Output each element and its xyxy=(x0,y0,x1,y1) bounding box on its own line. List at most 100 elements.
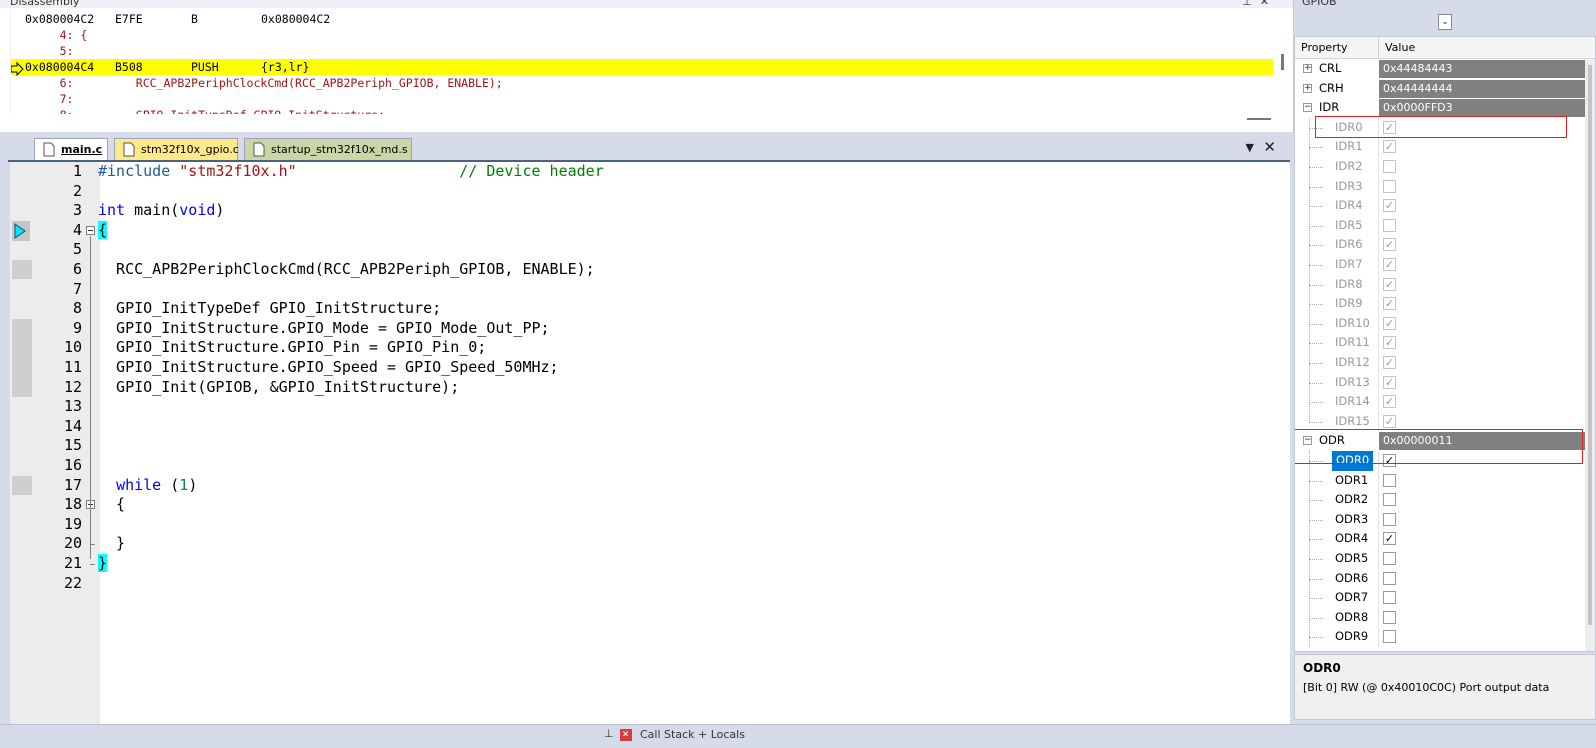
code-line[interactable]: GPIO_InitStructure.GPIO_Mode = GPIO_Mode… xyxy=(98,319,550,339)
line-number: 16 xyxy=(63,456,82,474)
disassembly-source-row[interactable]: 8: GPIO_InitTypeDef GPIO_InitStructure; xyxy=(11,107,1273,114)
register-bit-row[interactable]: ODR6 xyxy=(1295,568,1595,589)
register-bit-row[interactable]: IDR14 ✓ xyxy=(1295,392,1595,412)
collapse-icon[interactable]: − xyxy=(1303,103,1312,113)
register-bit-row[interactable]: IDR11 ✓ xyxy=(1295,333,1595,353)
checkbox[interactable] xyxy=(1383,552,1396,565)
close-icon[interactable]: ✕ xyxy=(619,729,632,741)
code-line[interactable]: int main(void) xyxy=(98,201,224,221)
register-bit-row[interactable]: IDR13 ✓ xyxy=(1295,372,1595,393)
checkbox[interactable] xyxy=(1383,630,1396,644)
register-bit-row[interactable]: ODR1 xyxy=(1295,470,1595,491)
disassembly-horizontal-scroll-thumb[interactable] xyxy=(1247,118,1271,120)
grid-vertical-scrollbar[interactable] xyxy=(1585,59,1595,651)
expand-icon[interactable]: + xyxy=(1303,64,1312,73)
register-bit-row[interactable]: ODR5 xyxy=(1295,549,1595,569)
disassembly-instruction-row[interactable]: 0x080004C4 B508 PUSH {r3,lr} xyxy=(11,59,1273,75)
register-bit-row[interactable]: IDR10 ✓ xyxy=(1295,313,1595,334)
tab-main-c[interactable]: main.c xyxy=(34,138,108,160)
code-line[interactable]: GPIO_InitTypeDef GPIO_InitStructure; xyxy=(98,299,441,319)
close-icon[interactable]: ✕ xyxy=(1260,0,1269,8)
code-line[interactable]: { xyxy=(98,220,108,241)
cell-divider xyxy=(1378,137,1379,157)
code-token: "stm32f10x.h" xyxy=(179,162,297,180)
register-bit-row[interactable]: ODR3 xyxy=(1295,509,1595,530)
code-line[interactable]: while (1) xyxy=(98,476,197,496)
code-line[interactable]: } xyxy=(98,554,108,574)
disassembly-source-row[interactable]: 7: xyxy=(11,91,1273,107)
register-row[interactable]: + CRH 0x44444444 xyxy=(1295,79,1595,99)
disassembly-vertical-scrollbar[interactable] xyxy=(1279,12,1287,112)
line-number: 7 xyxy=(72,279,82,298)
column-divider[interactable] xyxy=(1378,37,1379,59)
checkbox[interactable] xyxy=(1383,571,1396,585)
bit-name: IDR7 xyxy=(1335,257,1363,271)
breakpoint-margin[interactable] xyxy=(10,162,32,732)
register-bit-row[interactable]: IDR1 ✓ xyxy=(1295,137,1595,157)
checked-checkbox-icon[interactable]: ✓ xyxy=(1383,532,1396,546)
register-value[interactable]: 0x0000FFD3 xyxy=(1379,99,1595,118)
chevron-down-icon[interactable]: ⌄ xyxy=(1438,14,1452,30)
checkbox[interactable] xyxy=(1383,610,1396,624)
disassembly-source-row[interactable]: 5: xyxy=(11,43,1273,59)
code-line[interactable]: } xyxy=(98,534,125,554)
checkbox[interactable] xyxy=(1383,473,1396,487)
register-bit-row[interactable]: ODR2 xyxy=(1295,490,1595,510)
pin-icon[interactable]: ⊥ xyxy=(604,727,614,740)
register-value[interactable]: 0x44444444 xyxy=(1379,79,1595,98)
bit-name: ODR1 xyxy=(1335,472,1369,487)
register-bit-row[interactable]: IDR8 ✓ xyxy=(1295,274,1595,295)
code-line[interactable]: RCC_APB2PeriphClockCmd(RCC_APB2Periph_GP… xyxy=(98,260,595,280)
tree-branch xyxy=(1309,559,1323,560)
code-line[interactable]: { xyxy=(98,495,125,515)
disassembly-title: Disassembly xyxy=(0,0,1293,8)
code-area[interactable]: 1 #include "stm32f10x.h" // Device header… xyxy=(10,162,1290,732)
code-line[interactable]: GPIO_InitStructure.GPIO_Pin = GPIO_Pin_0… xyxy=(98,338,486,358)
line-number: 22 xyxy=(63,573,82,592)
checked-checkbox-icon: ✓ xyxy=(1383,297,1396,311)
disassembly-source-row[interactable]: 6: RCC_APB2PeriphClockCmd(RCC_APB2Periph… xyxy=(11,75,1273,91)
register-bit-row[interactable]: IDR3 xyxy=(1295,176,1595,197)
code-line[interactable]: #include "stm32f10x.h" // Device header xyxy=(98,162,604,182)
disassembly-source-row[interactable]: 4: { xyxy=(11,27,1273,43)
register-bit-row[interactable]: IDR4 ✓ xyxy=(1295,196,1595,216)
register-bit-row[interactable]: IDR7 ✓ xyxy=(1295,255,1595,275)
register-bit-row[interactable]: IDR12 ✓ xyxy=(1295,353,1595,373)
register-bit-row[interactable]: ODR8 xyxy=(1295,607,1595,628)
register-bit-row[interactable]: ODR9 xyxy=(1295,627,1595,647)
bit-name: IDR3 xyxy=(1335,178,1363,193)
disassembly-instruction-row[interactable]: 0x080004C2 E7FE B 0x080004C2 xyxy=(11,11,1273,27)
register-bit-row[interactable]: IDR9 ✓ xyxy=(1295,294,1595,314)
checkbox[interactable] xyxy=(1383,512,1396,526)
instruction-address: 0x080004C4 xyxy=(25,60,95,74)
disassembly-body[interactable]: 0x080004C2 E7FE B 0x080004C2 4: { 5: 0x08000… xyxy=(10,11,1276,114)
annotation-box-odr0 xyxy=(1295,429,1583,465)
checkbox[interactable] xyxy=(1383,591,1396,605)
register-bit-row[interactable]: IDR2 xyxy=(1295,157,1595,177)
tab-startup-stm32f10x-md-s[interactable]: startup_stm32f10x_md.s xyxy=(244,138,412,160)
checkbox[interactable] xyxy=(1383,493,1396,507)
code-line[interactable]: GPIO_InitStructure.GPIO_Speed = GPIO_Spe… xyxy=(98,358,559,378)
line-number: 8 xyxy=(72,299,82,318)
register-bit-row[interactable]: IDR5 xyxy=(1295,215,1595,236)
scroll-thumb[interactable] xyxy=(1588,65,1592,625)
register-value[interactable]: 0x44484443 xyxy=(1379,60,1595,78)
register-bit-row[interactable]: IDR6 ✓ xyxy=(1295,235,1595,255)
scroll-thumb[interactable] xyxy=(1281,54,1284,70)
code-line[interactable]: GPIO_Init(GPIOB, &GPIO_InitStructure); xyxy=(98,378,459,398)
tab-stm32f10x-gpio-c[interactable]: stm32f10x_gpio.c xyxy=(114,138,239,160)
tree-branch xyxy=(1309,617,1323,619)
register-bit-row[interactable]: ODR7 xyxy=(1295,588,1595,608)
pin-icon[interactable]: ⊥ xyxy=(1242,0,1252,8)
register-row[interactable]: + CRL 0x44484443 xyxy=(1295,59,1595,79)
bit-name: IDR14 xyxy=(1335,394,1370,409)
editor-pane: main.c stm32f10x_gpio.c startup_stm32f10… xyxy=(0,132,1294,736)
tab-label: startup_stm32f10x_md.s xyxy=(271,143,408,156)
tab-list-dropdown-icon[interactable]: ▼ xyxy=(1246,141,1254,154)
fold-collapse-icon[interactable] xyxy=(86,225,95,235)
code-token: { xyxy=(98,220,108,239)
close-tab-icon[interactable]: ✕ xyxy=(1263,138,1276,156)
register-bit-row[interactable]: ODR4 ✓ xyxy=(1295,529,1595,549)
expand-icon[interactable]: + xyxy=(1303,83,1312,93)
code-available-marker xyxy=(12,260,32,279)
